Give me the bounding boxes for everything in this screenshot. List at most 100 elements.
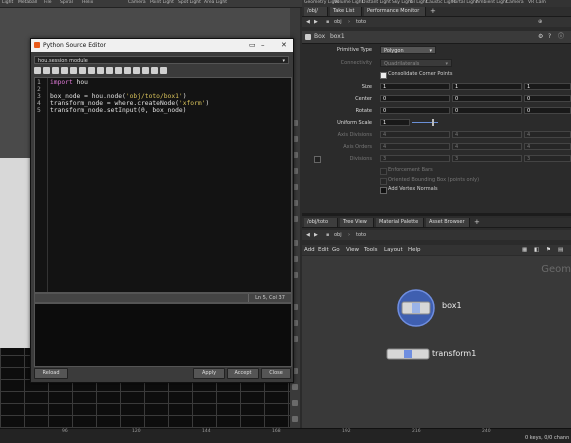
shelf-tool-spiral[interactable]: Spiral [60, 0, 73, 5]
box1-node[interactable] [396, 288, 436, 328]
enforcement-bars-checkbox[interactable] [380, 168, 387, 175]
divisions-x-field[interactable]: 3 [380, 155, 450, 162]
info-icon[interactable]: ⓘ [558, 31, 564, 43]
shelf-tool-file[interactable]: File [44, 0, 52, 5]
center-z-field[interactable]: 0 [524, 95, 571, 102]
indent-icon[interactable] [115, 67, 122, 74]
close-button[interactable]: Close [261, 368, 291, 379]
path-obj[interactable]: obj [334, 17, 342, 27]
tab-tree-view[interactable]: Tree View [340, 218, 374, 227]
size-y-field[interactable]: 1 [452, 83, 522, 90]
path-node[interactable]: toto [356, 230, 366, 240]
back-icon[interactable]: ◀ [306, 230, 310, 240]
size-z-field[interactable]: 1 [524, 83, 571, 90]
size-x-field[interactable]: 1 [380, 83, 450, 90]
display-option-icon[interactable] [292, 384, 298, 390]
axis-orders-z-field[interactable]: 4 [524, 143, 571, 150]
node-name-field[interactable]: box1 [330, 31, 345, 43]
menu-add[interactable]: Add [304, 245, 315, 255]
tab-obj[interactable]: /obj/ [304, 7, 328, 16]
back-icon[interactable]: ◀ [306, 17, 310, 27]
shelf-tool-area-light[interactable]: Area Light [204, 0, 227, 5]
axis-orders-x-field[interactable]: 4 [380, 143, 450, 150]
network-editor[interactable]: Geom box1 transform1 [302, 256, 571, 428]
tab-performance-monitor[interactable]: Performance Monitor [364, 7, 426, 16]
shelf-tool-metaball[interactable]: Metaball [18, 0, 37, 5]
display-option-icon[interactable] [292, 400, 298, 406]
menu-edit[interactable]: Edit [318, 245, 329, 255]
search-icon[interactable] [97, 67, 104, 74]
menu-layout[interactable]: Layout [384, 245, 403, 255]
tab-take-list[interactable]: Take List [330, 7, 362, 16]
accept-button[interactable]: Accept [227, 368, 259, 379]
output-console[interactable] [34, 303, 292, 367]
pin-icon[interactable]: ⊕ [538, 17, 542, 27]
shelf-tool-volume-light[interactable]: Volume Light [334, 0, 363, 5]
menu-go[interactable]: Go [332, 245, 340, 255]
undo-icon[interactable] [34, 67, 41, 74]
display-option-icon[interactable] [292, 416, 298, 422]
divisions-z-field[interactable]: 3 [524, 155, 571, 162]
axis-divisions-x-field[interactable]: 4 [380, 131, 450, 138]
delete-icon[interactable] [79, 67, 86, 74]
transform1-node[interactable] [386, 348, 430, 360]
forward-icon[interactable]: ▶ [314, 17, 318, 27]
network-option-icon[interactable]: ◧ [534, 245, 539, 255]
font-size-icon[interactable] [151, 67, 158, 74]
settings-icon[interactable] [160, 67, 167, 74]
center-x-field[interactable]: 0 [380, 95, 450, 102]
network-option-icon[interactable]: ▤ [558, 245, 563, 255]
axis-orders-y-field[interactable]: 4 [452, 143, 522, 150]
shelf-tool-portal-light[interactable]: Portal Light [452, 0, 478, 5]
menu-help[interactable]: Help [408, 245, 421, 255]
comment-icon[interactable] [133, 67, 140, 74]
shelf-tool-point-light[interactable]: Point Light [150, 0, 174, 5]
shelf-tool-vr-cam[interactable]: VR Cam [528, 0, 546, 5]
path-obj[interactable]: obj [334, 230, 342, 240]
oriented-bbox-checkbox[interactable] [380, 178, 387, 185]
tab-obj-toto[interactable]: /obj/toto [304, 218, 338, 227]
menu-tools[interactable]: Tools [364, 245, 378, 255]
rotate-y-field[interactable]: 0 [452, 107, 522, 114]
tab-asset-browser[interactable]: Asset Browser [426, 218, 470, 227]
divisions-y-field[interactable]: 3 [452, 155, 522, 162]
forward-icon[interactable]: ▶ [314, 230, 318, 240]
apply-button[interactable]: Apply [193, 368, 225, 379]
rotate-z-field[interactable]: 0 [524, 107, 571, 114]
select-all-icon[interactable] [88, 67, 95, 74]
consolidate-corner-points-checkbox[interactable] [380, 72, 387, 79]
add-tab-icon[interactable]: + [430, 7, 436, 15]
path-node[interactable]: toto [356, 17, 366, 27]
timeline-bar[interactable]: 96 120 144 168 192 216 240 0 keys, 0/0 c… [0, 428, 571, 443]
network-option-icon[interactable]: ⚑ [546, 245, 551, 255]
window-titlebar[interactable]: Python Source Editor ▭ – ✕ [31, 39, 293, 52]
code-editor[interactable]: 1 2 3 4 5 import hou box_node = hou.node… [34, 77, 292, 293]
primitive-type-dropdown[interactable]: Polygon ▾ [380, 46, 436, 54]
add-tab-icon[interactable]: + [474, 218, 480, 226]
shelf-tool-camera[interactable]: Camera [128, 0, 146, 5]
outdent-icon[interactable] [124, 67, 131, 74]
replace-icon[interactable] [106, 67, 113, 74]
menu-view[interactable]: View [346, 245, 359, 255]
minimize-icon[interactable]: – [261, 41, 265, 49]
redo-icon[interactable] [43, 67, 50, 74]
axis-divisions-y-field[interactable]: 4 [452, 131, 522, 138]
center-y-field[interactable]: 0 [452, 95, 522, 102]
uniform-scale-slider-handle[interactable] [432, 119, 434, 126]
shelf-tool-spot-light[interactable]: Spot Light [178, 0, 201, 5]
connectivity-dropdown[interactable]: Quadrilaterals ▾ [380, 59, 452, 67]
shelf-tool-camera-2[interactable]: Camera [506, 0, 524, 5]
copy-icon[interactable] [61, 67, 68, 74]
network-option-icon[interactable]: ▦ [522, 245, 527, 255]
uniform-scale-slider[interactable] [412, 122, 438, 123]
shelf-tool-ambient-light[interactable]: Ambient Light [476, 0, 508, 5]
tab-material-palette[interactable]: Material Palette [376, 218, 424, 227]
module-select[interactable]: hou.session module ▾ [34, 56, 289, 64]
uniform-scale-field[interactable]: 1 [380, 119, 410, 126]
help-icon[interactable]: ? [548, 31, 551, 43]
axis-divisions-z-field[interactable]: 4 [524, 131, 571, 138]
paste-icon[interactable] [70, 67, 77, 74]
rotate-x-field[interactable]: 0 [380, 107, 450, 114]
shelf-tool-caustic-light[interactable]: Caustic Light [426, 0, 455, 5]
shelf-tool-gi-light[interactable]: GI Light [410, 0, 427, 5]
